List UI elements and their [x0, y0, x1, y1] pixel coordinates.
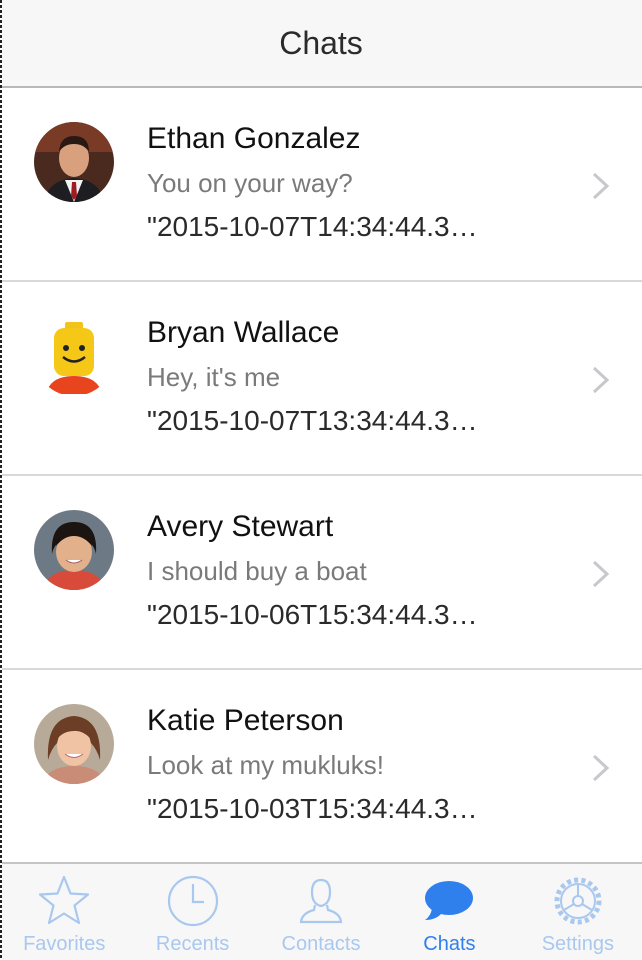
- last-message: You on your way?: [147, 168, 353, 198]
- chevron-right-icon: [592, 172, 610, 200]
- last-message: I should buy a boat: [147, 556, 367, 586]
- tab-label: Favorites: [23, 933, 106, 955]
- chat-row[interactable]: Bryan Wallace Hey, it's me "2015-10-07T1…: [0, 282, 642, 476]
- tab-label: Chats: [423, 933, 476, 955]
- woman-portrait-avatar: [34, 510, 114, 590]
- navigation-bar: Chats: [0, 0, 642, 88]
- message-timestamp: "2015-10-07T14:34:44.3…: [147, 211, 478, 242]
- chevron-right-icon: [592, 366, 610, 394]
- chat-bubble-icon: [425, 881, 474, 920]
- tab-label: Settings: [541, 933, 614, 955]
- contact-name: Ethan Gonzalez: [147, 122, 361, 155]
- gear-icon: [554, 877, 602, 925]
- chat-row[interactable]: Avery Stewart I should buy a boat "2015-…: [0, 476, 642, 670]
- last-message: Hey, it's me: [147, 362, 281, 392]
- page-title: Chats: [279, 24, 363, 61]
- message-timestamp: "2015-10-06T15:34:44.3…: [147, 599, 478, 630]
- woman-portrait-avatar: [34, 704, 114, 784]
- tab-contacts[interactable]: Contacts: [257, 864, 385, 960]
- tab-chats[interactable]: Chats: [385, 864, 513, 960]
- tab-bar: Favorites Recents Contacts Chats Setting…: [0, 862, 642, 960]
- contact-name: Avery Stewart: [147, 510, 334, 543]
- tab-settings[interactable]: Settings: [514, 864, 642, 960]
- chat-row[interactable]: Ethan Gonzalez You on your way? "2015-10…: [0, 88, 642, 282]
- clock-icon: [167, 875, 218, 927]
- star-icon: [39, 875, 90, 925]
- chat-row[interactable]: Katie Peterson Look at my mukluks! "2015…: [0, 670, 642, 862]
- tab-recents[interactable]: Recents: [128, 864, 256, 960]
- last-message: Look at my mukluks!: [147, 750, 384, 780]
- message-timestamp: "2015-10-03T15:34:44.3…: [147, 793, 478, 824]
- tab-favorites[interactable]: Favorites: [0, 864, 128, 960]
- person-icon: [299, 878, 343, 924]
- man-portrait-avatar: [34, 122, 114, 202]
- lego-head-avatar: [34, 316, 114, 396]
- tab-label: Recents: [155, 933, 230, 955]
- chevron-right-icon: [592, 560, 610, 588]
- chevron-right-icon: [592, 754, 610, 782]
- contact-name: Katie Peterson: [147, 704, 344, 737]
- message-timestamp: "2015-10-07T13:34:44.3…: [147, 405, 478, 436]
- tab-label: Contacts: [281, 933, 361, 955]
- chat-list[interactable]: Ethan Gonzalez You on your way? "2015-10…: [0, 88, 642, 862]
- contact-name: Bryan Wallace: [147, 316, 340, 349]
- left-edge-border: [0, 0, 2, 960]
